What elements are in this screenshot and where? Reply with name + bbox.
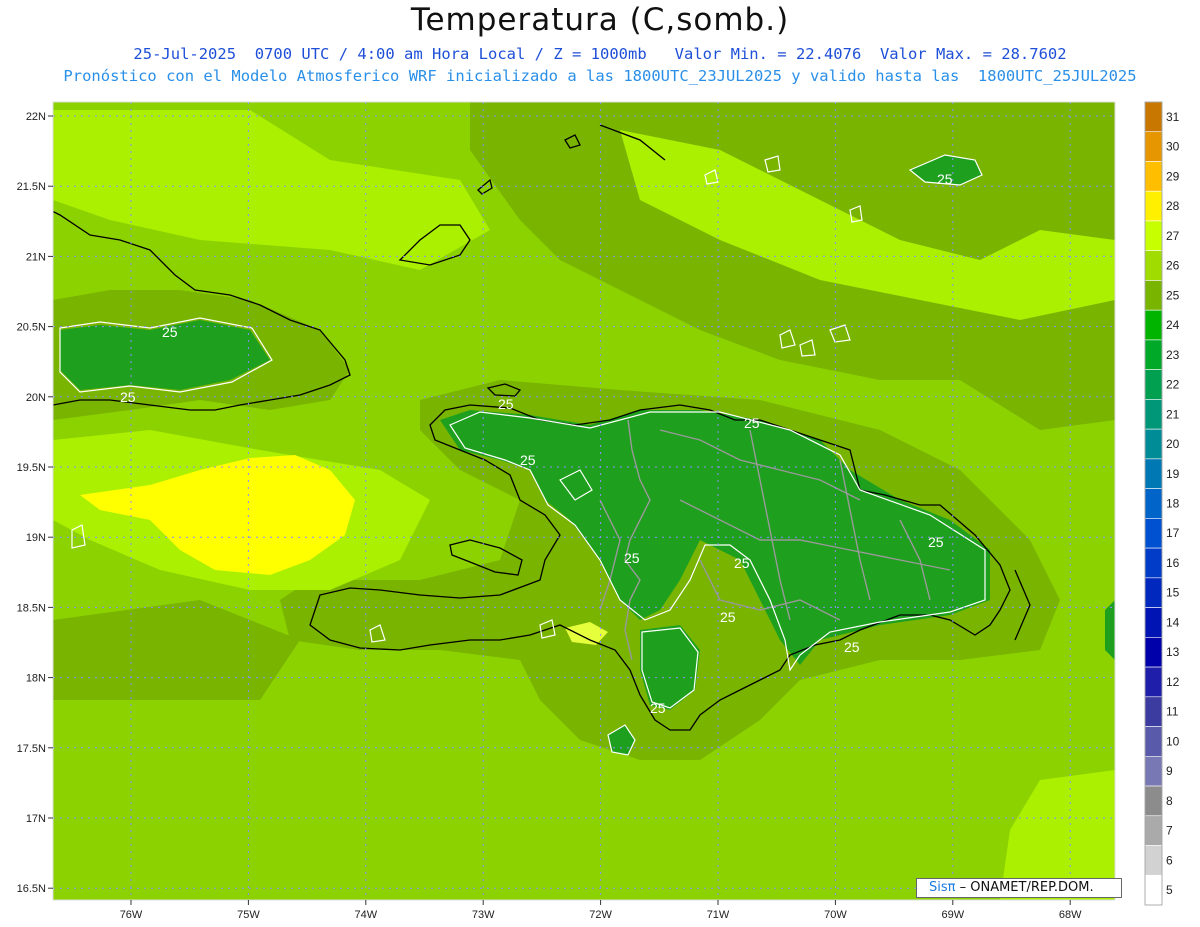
colorbar-label: 27 bbox=[1166, 229, 1180, 243]
colorbar-label: 11 bbox=[1166, 705, 1179, 719]
colorbar-swatch bbox=[1144, 458, 1163, 489]
colorbar-label: 29 bbox=[1166, 169, 1180, 183]
colorbar-swatch bbox=[1144, 369, 1163, 400]
lon-tick-label: 73W bbox=[472, 909, 495, 921]
lat-tick-label: 16.5N bbox=[17, 883, 46, 895]
colorbar-label: 21 bbox=[1166, 407, 1180, 421]
colorbar-swatch bbox=[1144, 399, 1163, 430]
colorbar-label: 19 bbox=[1166, 467, 1180, 481]
lat-tick-label: 18N bbox=[26, 673, 46, 685]
lon-tick-label: 71W bbox=[707, 909, 730, 921]
colorbar-swatch bbox=[1144, 161, 1163, 192]
lat-tick-label: 17N bbox=[26, 813, 46, 825]
colorbar-swatch bbox=[1144, 696, 1163, 727]
colorbar-swatch bbox=[1144, 131, 1163, 162]
lon-tick-label: 69W bbox=[941, 909, 964, 921]
colorbar-label: 15 bbox=[1166, 586, 1180, 600]
contour-label: 25 bbox=[162, 324, 178, 340]
colorbar-swatch bbox=[1144, 755, 1163, 787]
colorbar-swatch bbox=[1144, 577, 1163, 608]
colorbar-swatch bbox=[1144, 488, 1163, 519]
lat-tick-label: 21N bbox=[26, 251, 46, 263]
colorbar-label: 23 bbox=[1166, 348, 1180, 362]
colorbar-label: 13 bbox=[1166, 645, 1180, 659]
colorbar-label: 5 bbox=[1166, 883, 1173, 897]
lat-tick-label: 19N bbox=[26, 532, 46, 544]
map-field: 25 25 25 25 25 25 25 25 25 25 25 25 bbox=[53, 102, 1115, 900]
lat-tick-label: 17.5N bbox=[17, 743, 46, 755]
colorbar-label: 28 bbox=[1166, 199, 1180, 213]
colorbar-label: 7 bbox=[1166, 824, 1173, 838]
colorbar-label: 30 bbox=[1166, 140, 1180, 154]
colorbar-label: 25 bbox=[1166, 288, 1180, 302]
contour-label: 25 bbox=[624, 550, 640, 566]
lat-tick-label: 20N bbox=[26, 392, 46, 404]
lat-tick-label: 21.5N bbox=[17, 181, 46, 193]
contour-label: 25 bbox=[120, 389, 136, 405]
colorbar-swatch bbox=[1144, 428, 1163, 460]
colorbar-swatch bbox=[1144, 815, 1163, 846]
colorbar-swatch bbox=[1144, 785, 1163, 817]
colorbar-label: 17 bbox=[1166, 526, 1180, 540]
colorbar-swatch bbox=[1144, 845, 1163, 876]
contour-label: 25 bbox=[744, 415, 760, 431]
lat-tick-label: 22N bbox=[26, 111, 46, 123]
colorbar-swatch bbox=[1144, 190, 1163, 222]
contour-label: 25 bbox=[937, 171, 953, 187]
colorbar-label: 16 bbox=[1166, 556, 1180, 570]
colorbar-swatch bbox=[1144, 607, 1163, 638]
colorbar-label: 9 bbox=[1166, 764, 1173, 778]
lat-tick-label: 19.5N bbox=[17, 462, 46, 474]
colorbar-swatch bbox=[1144, 547, 1163, 579]
contour-label: 25 bbox=[650, 700, 666, 716]
colorbar-label: 18 bbox=[1166, 497, 1180, 511]
colorbar-swatch bbox=[1144, 637, 1163, 668]
lat-tick-label: 18.5N bbox=[17, 602, 46, 614]
latitude-axis: 22N 21.5N 21N 20.5N 20N 19.5N 19N 18.5N 18N 17.5N… bbox=[17, 111, 53, 895]
colorbar-swatch bbox=[1144, 518, 1163, 549]
contour-label: 25 bbox=[734, 555, 750, 571]
colorbar: 31 30 29 28 27 26 25 24 23 22 21 20 19 18 17 16 15 14 13 12… bbox=[1144, 101, 1180, 906]
field-land-dark-monapassage bbox=[1105, 600, 1115, 660]
credit-box: Sisπ – ONAMET/REP.DOM. bbox=[916, 878, 1122, 898]
colorbar-swatch bbox=[1144, 220, 1163, 252]
colorbar-swatch bbox=[1144, 874, 1163, 906]
colorbar-swatch bbox=[1144, 666, 1163, 698]
lon-tick-label: 76W bbox=[120, 909, 143, 921]
contour-label: 25 bbox=[720, 609, 736, 625]
lon-tick-label: 68W bbox=[1059, 909, 1082, 921]
colorbar-label: 20 bbox=[1166, 437, 1180, 451]
colorbar-swatch bbox=[1144, 309, 1163, 341]
contour-label: 25 bbox=[520, 452, 536, 468]
lon-tick-label: 74W bbox=[354, 909, 377, 921]
colorbar-swatch bbox=[1144, 101, 1163, 133]
colorbar-label: 12 bbox=[1166, 675, 1180, 689]
colorbar-swatch bbox=[1144, 339, 1163, 370]
colorbar-label: 24 bbox=[1166, 318, 1180, 332]
colorbar-label: 26 bbox=[1166, 259, 1180, 273]
colorbar-swatch bbox=[1144, 250, 1163, 281]
lon-tick-label: 75W bbox=[237, 909, 260, 921]
colorbar-swatch bbox=[1144, 280, 1163, 311]
colorbar-label: 6 bbox=[1166, 853, 1173, 867]
lat-tick-label: 20.5N bbox=[17, 322, 46, 334]
colorbar-label: 31 bbox=[1166, 110, 1180, 124]
credit-text: – ONAMET/REP.DOM. bbox=[955, 880, 1094, 895]
colorbar-label: 8 bbox=[1166, 794, 1173, 808]
longitude-axis: 76W 75W 74W 73W 72W 71W 70W 69W 68W bbox=[120, 900, 1082, 921]
colorbar-label: 14 bbox=[1166, 615, 1180, 629]
temperature-map: 25 25 25 25 25 25 25 25 25 25 25 25 22N2… bbox=[17, 101, 1180, 921]
sispi-logo: Sisπ bbox=[929, 880, 956, 895]
colorbar-label: 10 bbox=[1166, 734, 1180, 748]
contour-label: 25 bbox=[844, 639, 860, 655]
contour-label: 25 bbox=[928, 534, 944, 550]
contour-label: 25 bbox=[498, 396, 514, 412]
colorbar-label: 22 bbox=[1166, 378, 1180, 392]
colorbar-swatch bbox=[1144, 726, 1163, 757]
lon-tick-label: 70W bbox=[824, 909, 847, 921]
lon-tick-label: 72W bbox=[589, 909, 612, 921]
